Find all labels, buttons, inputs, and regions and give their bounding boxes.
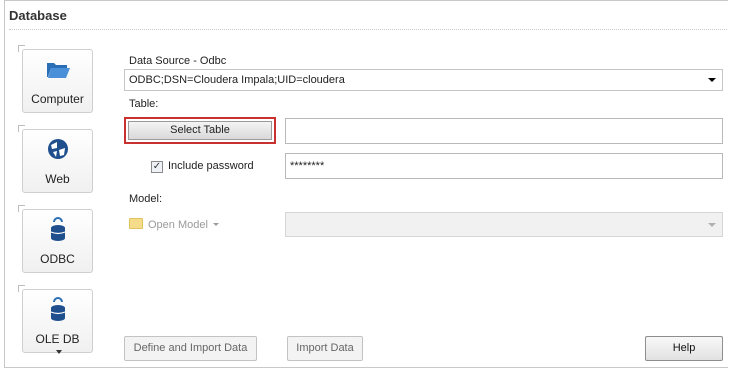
connection-string-select[interactable]: ODBC;DSN=Cloudera Impala;UID=cloudera [124,69,723,91]
import-data-button[interactable]: Import Data [287,336,363,361]
source-label: Computer [31,92,84,106]
globe-icon [48,139,68,159]
source-label: ODBC [40,252,75,266]
data-source-label: Data Source - Odbc [129,55,227,67]
source-computer-button[interactable]: Computer [18,45,93,113]
source-web-button[interactable]: Web [18,125,93,193]
connection-string-value: ODBC;DSN=Cloudera Impala;UID=cloudera [129,74,345,86]
chevron-down-icon [56,350,62,354]
select-table-button[interactable]: Select Table [124,117,276,144]
source-odbc-button[interactable]: ODBC [18,205,93,273]
chevron-down-icon [212,223,219,226]
chevron-down-icon [708,223,716,227]
source-label: OLE DB [35,332,80,346]
title-divider [9,29,727,30]
model-label: Model: [129,193,163,205]
include-password-label: Include password [168,160,254,172]
folder-icon [129,218,143,229]
chevron-down-icon [708,78,716,82]
database-panel [4,0,728,368]
folder-open-icon [47,63,70,78]
open-model-label: Open Model [148,219,208,231]
model-select[interactable] [285,212,723,237]
table-label: Table: [129,98,159,110]
help-button[interactable]: Help [645,336,723,361]
source-oledb-button[interactable]: OLE DB [18,285,93,354]
table-name-field[interactable] [285,118,723,144]
source-label: Web [45,172,70,186]
password-field[interactable]: ******** [285,153,723,179]
include-password-checkbox[interactable]: ✓ [151,161,163,173]
panel-title: Database [9,8,67,23]
database-icon [50,217,66,241]
open-model-button[interactable]: Open Model [129,218,219,231]
select-table-label: Select Table [128,121,272,140]
define-and-import-button[interactable]: Define and Import Data [124,336,257,361]
database-icon [50,297,66,321]
